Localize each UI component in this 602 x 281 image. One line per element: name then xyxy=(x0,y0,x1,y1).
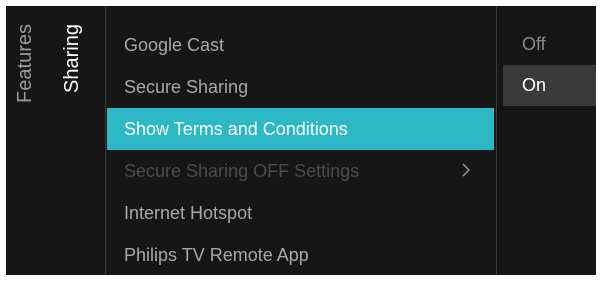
menu-item-google-cast[interactable]: Google Cast xyxy=(107,24,494,66)
breadcrumb-features-label: Features xyxy=(14,24,36,103)
divider xyxy=(496,6,497,275)
divider xyxy=(105,6,106,275)
menu-item-philips-tv-remote-app[interactable]: Philips TV Remote App xyxy=(107,234,494,275)
menu-item-label: Secure Sharing OFF Settings xyxy=(124,160,360,181)
menu-item-label: Secure Sharing xyxy=(124,76,249,97)
option-off[interactable]: Off xyxy=(503,24,596,65)
sharing-menu: Google Cast Secure Sharing Show Terms an… xyxy=(107,24,494,275)
breadcrumb-sharing-label: Sharing xyxy=(61,24,83,93)
menu-item-secure-sharing[interactable]: Secure Sharing xyxy=(107,66,494,108)
options-panel: Off On xyxy=(503,24,596,106)
menu-item-label: Show Terms and Conditions xyxy=(124,118,348,139)
tv-settings-screen: Features Sharing Google Cast Secure Shar… xyxy=(6,6,596,275)
menu-item-internet-hotspot[interactable]: Internet Hotspot xyxy=(107,192,494,234)
option-label: Off xyxy=(522,34,546,54)
menu-item-label: Google Cast xyxy=(124,34,225,55)
chevron-right-icon xyxy=(462,162,471,180)
breadcrumb-sharing[interactable]: Sharing xyxy=(50,6,94,275)
menu-item-secure-sharing-off-settings: Secure Sharing OFF Settings xyxy=(107,150,494,192)
breadcrumb-features[interactable]: Features xyxy=(6,6,44,275)
menu-item-label: Philips TV Remote App xyxy=(124,244,309,265)
option-on[interactable]: On xyxy=(503,65,596,106)
menu-item-label: Internet Hotspot xyxy=(124,202,253,223)
option-label: On xyxy=(522,75,547,95)
menu-item-show-terms[interactable]: Show Terms and Conditions xyxy=(107,108,494,150)
